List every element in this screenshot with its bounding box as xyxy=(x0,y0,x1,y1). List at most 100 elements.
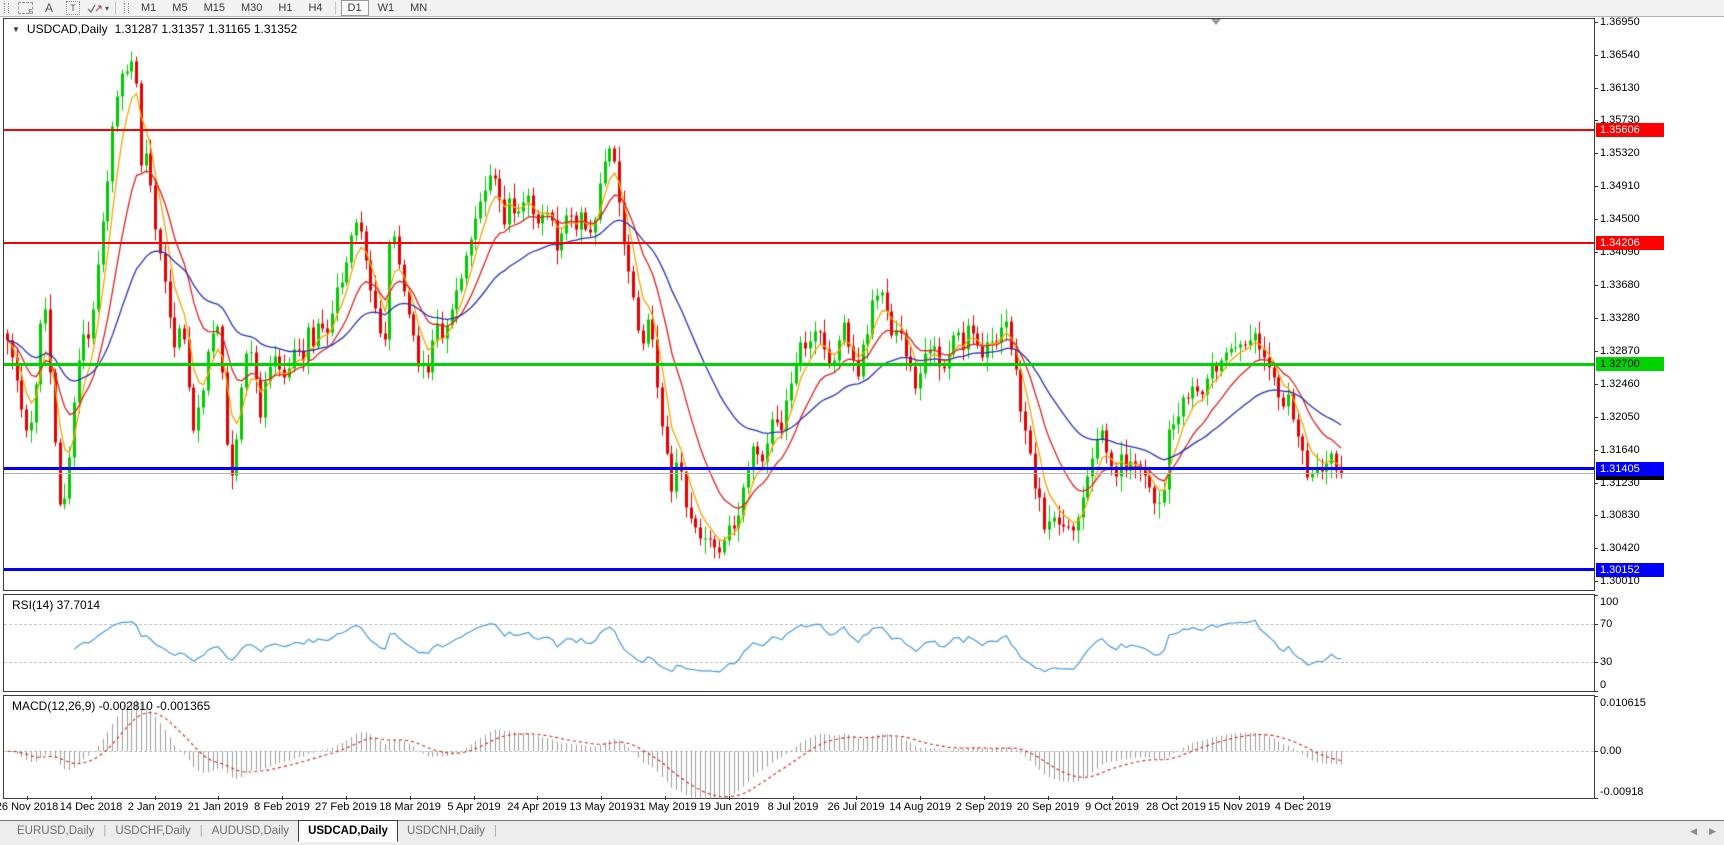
toolbar-separator xyxy=(335,2,336,14)
price-axis-tick xyxy=(1594,252,1598,253)
price-axis-label: 1.33280 xyxy=(1600,312,1640,324)
price-axis-tick xyxy=(1594,186,1598,187)
rsi-axis-label: 100 xyxy=(1600,596,1618,608)
price-axis-label: 1.36540 xyxy=(1600,49,1640,61)
price-axis-label: 1.34910 xyxy=(1600,180,1640,192)
date-axis-tick xyxy=(793,796,794,800)
timeframe-button-mn[interactable]: MN xyxy=(403,0,434,16)
tab-usdcad-daily[interactable]: USDCAD,Daily xyxy=(298,820,398,842)
support-resistance-line[interactable] xyxy=(4,467,1594,470)
macd-axis-label: -0.00918 xyxy=(1600,786,1643,798)
date-axis-tick xyxy=(1303,796,1304,800)
tab-audusd-daily[interactable]: AUDUSD,Daily xyxy=(203,821,298,841)
macd-axis-tick xyxy=(1594,696,1598,697)
date-axis-label: 4 Dec 2019 xyxy=(1275,801,1331,813)
date-axis-tick xyxy=(282,796,283,800)
date-axis-label: 31 May 2019 xyxy=(633,801,697,813)
price-axis-label: 1.30420 xyxy=(1600,542,1640,554)
date-axis-label: 15 Nov 2019 xyxy=(1208,801,1270,813)
ohlc-values: 1.31287 1.31357 1.31165 1.31352 xyxy=(115,22,298,36)
timeframe-button-w1[interactable]: W1 xyxy=(371,0,402,16)
collapse-triangle-icon[interactable]: ▼ xyxy=(12,25,20,34)
price-axis-label: 1.35320 xyxy=(1600,147,1640,159)
timeframe-button-m1[interactable]: M1 xyxy=(134,0,163,16)
tab-usdchf-daily[interactable]: USDCHF,Daily xyxy=(106,821,199,841)
rsi-axis-tick xyxy=(1594,595,1598,596)
macd-panel[interactable] xyxy=(3,695,1595,799)
top-toolbar: F A T ▾ M1M5M15M30H1H4 D1W1MN xyxy=(0,0,1724,17)
price-axis-label: 1.32050 xyxy=(1600,411,1640,423)
date-axis-tick xyxy=(984,796,985,800)
timeframe-button-m15[interactable]: M15 xyxy=(197,0,232,16)
date-axis-tick xyxy=(920,796,921,800)
date-axis-label: 21 Jan 2019 xyxy=(188,801,249,813)
tab-scroll-right-icon[interactable]: ▶ xyxy=(1709,826,1716,837)
price-axis-tick xyxy=(1594,55,1598,56)
price-axis-tick xyxy=(1594,120,1598,121)
price-axis-tick xyxy=(1594,219,1598,220)
date-axis-label: 28 Oct 2019 xyxy=(1146,801,1206,813)
date-axis-label: 26 Jul 2019 xyxy=(828,801,885,813)
toolbar-grip[interactable] xyxy=(124,3,129,13)
price-axis-tick xyxy=(1594,384,1598,385)
text-tool-button[interactable]: A xyxy=(38,0,60,16)
date-axis-label: 9 Oct 2019 xyxy=(1085,801,1139,813)
price-axis-label: 1.32870 xyxy=(1600,345,1640,357)
timeframe-button-h4[interactable]: H4 xyxy=(301,0,329,16)
price-axis-label: 1.33680 xyxy=(1600,279,1640,291)
chart-shift-marker-icon[interactable] xyxy=(1211,19,1221,25)
current-price-line xyxy=(4,473,1594,474)
price-axis-tick xyxy=(1594,351,1598,352)
macd-zero-line xyxy=(4,751,1594,752)
date-axis-label: 5 Apr 2019 xyxy=(447,801,500,813)
date-axis-tick xyxy=(537,796,538,800)
macd-axis-label: 0.010615 xyxy=(1600,697,1646,709)
rsi-panel[interactable] xyxy=(3,594,1595,692)
date-axis-tick xyxy=(91,796,92,800)
rsi-level-line xyxy=(4,624,1594,625)
date-axis-label: 2 Sep 2019 xyxy=(956,801,1012,813)
support-resistance-line[interactable] xyxy=(4,129,1594,131)
fibonacci-tool-icon: F xyxy=(18,2,33,14)
date-axis-label: 13 May 2019 xyxy=(569,801,633,813)
price-axis-tick xyxy=(1594,483,1598,484)
support-resistance-line[interactable] xyxy=(4,363,1594,366)
price-axis-tick xyxy=(1594,450,1598,451)
tab-eurusd-daily[interactable]: EURUSD,Daily xyxy=(8,821,103,841)
date-axis-label: 19 Jun 2019 xyxy=(699,801,760,813)
rsi-axis-label: 30 xyxy=(1600,656,1612,668)
rsi-level-line xyxy=(4,662,1594,663)
symbol-label: USDCAD,Daily xyxy=(27,22,108,36)
date-axis-tick xyxy=(665,796,666,800)
price-axis-tick xyxy=(1594,581,1598,582)
date-axis-label: 24 Apr 2019 xyxy=(507,801,566,813)
date-axis-tick xyxy=(856,796,857,800)
price-line-tag: 1.34206 xyxy=(1596,236,1664,250)
date-axis-label: 27 Feb 2019 xyxy=(315,801,377,813)
date-axis-tick xyxy=(218,796,219,800)
price-axis-label: 1.34500 xyxy=(1600,213,1640,225)
tab-scroll-left-icon[interactable]: ◀ xyxy=(1690,826,1697,837)
arrows-tool-button[interactable]: ▾ xyxy=(86,0,110,16)
timeframe-button-m5[interactable]: M5 xyxy=(165,0,194,16)
timeframe-button-d1[interactable]: D1 xyxy=(341,0,369,16)
date-axis-label: 14 Aug 2019 xyxy=(889,801,951,813)
price-axis-label: 1.36130 xyxy=(1600,82,1640,94)
support-resistance-line[interactable] xyxy=(4,242,1594,244)
rsi-axis-tick xyxy=(1594,662,1598,663)
price-chart-panel[interactable] xyxy=(3,18,1595,591)
rsi-title: RSI(14) 37.7014 xyxy=(12,598,100,612)
toolbar-grip[interactable] xyxy=(4,3,9,13)
macd-axis-tick xyxy=(1594,798,1598,799)
price-axis-tick xyxy=(1594,88,1598,89)
support-resistance-line[interactable] xyxy=(4,568,1594,571)
timeframe-button-m30[interactable]: M30 xyxy=(234,0,269,16)
date-axis-label: 8 Feb 2019 xyxy=(254,801,310,813)
timeframe-button-h1[interactable]: H1 xyxy=(271,0,299,16)
price-line-tag: 1.32700 xyxy=(1596,357,1664,371)
text-label-tool-button[interactable]: T xyxy=(62,0,84,16)
chart-title: ▼ USDCAD,Daily 1.31287 1.31357 1.31165 1… xyxy=(12,22,297,36)
tab-usdcnh-daily[interactable]: USDCNH,Daily xyxy=(398,821,494,841)
fibonacci-tool-button[interactable]: F xyxy=(14,0,36,16)
date-axis-tick xyxy=(1176,796,1177,800)
